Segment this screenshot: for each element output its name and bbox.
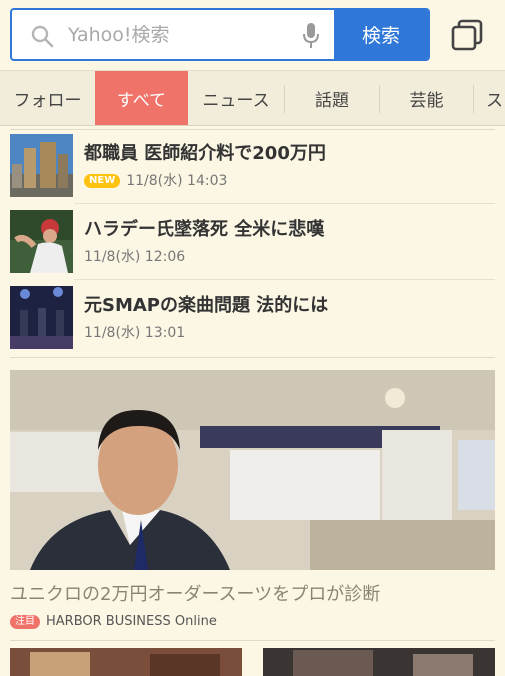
feature-image[interactable] (10, 370, 495, 570)
news-title[interactable]: ハラデー氏墜落死 全米に悲嘆 (84, 218, 324, 242)
new-badge: NEW (84, 174, 121, 188)
news-date: 11/8(水) 12:06 (84, 249, 186, 265)
search-header: Yahoo!検索 検索 (0, 0, 505, 70)
tab-topics[interactable]: 話題 (285, 71, 379, 125)
tab-all[interactable]: すべて (95, 71, 188, 125)
news-title[interactable]: 元SMAPの楽曲問題 法的には (84, 294, 328, 318)
microphone-icon[interactable] (301, 22, 321, 50)
trending-badge: 注目 (10, 614, 40, 629)
next-article-thumbnail[interactable] (263, 648, 495, 676)
news-thumbnail (10, 286, 73, 349)
next-article-thumbnail[interactable] (10, 648, 242, 676)
feature-source: HARBOR BUSINESS Online (46, 614, 217, 629)
category-tab-bar: フォロー すべて ニュース 話題 芸能 ス (0, 70, 505, 126)
news-meta: NEW 11/8(水) 14:03 (84, 172, 227, 190)
tab-entertainment[interactable]: 芸能 (380, 71, 473, 125)
search-button[interactable]: 検索 (334, 10, 428, 59)
search-box[interactable]: Yahoo!検索 検索 (10, 8, 430, 61)
divider (10, 357, 495, 358)
news-item[interactable]: 元SMAPの楽曲問題 法的には 11/8(水) 13:01 (10, 280, 495, 356)
search-icon (31, 25, 54, 48)
divider (10, 640, 495, 641)
news-item[interactable]: 都職員 医師紹介料で200万円 NEW 11/8(水) 14:03 (10, 128, 495, 204)
feature-title[interactable]: ユニクロの2万円オーダースーツをプロが診断 (10, 580, 380, 606)
feature-meta: 注目 HARBOR BUSINESS Online (10, 614, 217, 629)
news-date: 11/8(水) 13:01 (84, 325, 186, 341)
news-item[interactable]: ハラデー氏墜落死 全米に悲嘆 11/8(水) 12:06 (10, 204, 495, 280)
news-thumbnail (10, 210, 73, 273)
news-meta: 11/8(水) 12:06 (84, 248, 185, 266)
tab-sports[interactable]: ス (474, 71, 505, 125)
news-meta: 11/8(水) 13:01 (84, 324, 185, 342)
news-title[interactable]: 都職員 医師紹介料で200万円 (84, 142, 326, 166)
tab-news[interactable]: ニュース (188, 71, 284, 125)
news-thumbnail (10, 134, 73, 197)
browser-tabs-icon[interactable] (449, 17, 485, 53)
search-input[interactable]: Yahoo!検索 (68, 22, 170, 48)
tab-follow[interactable]: フォロー (0, 71, 95, 125)
news-date: 11/8(水) 14:03 (126, 173, 228, 189)
